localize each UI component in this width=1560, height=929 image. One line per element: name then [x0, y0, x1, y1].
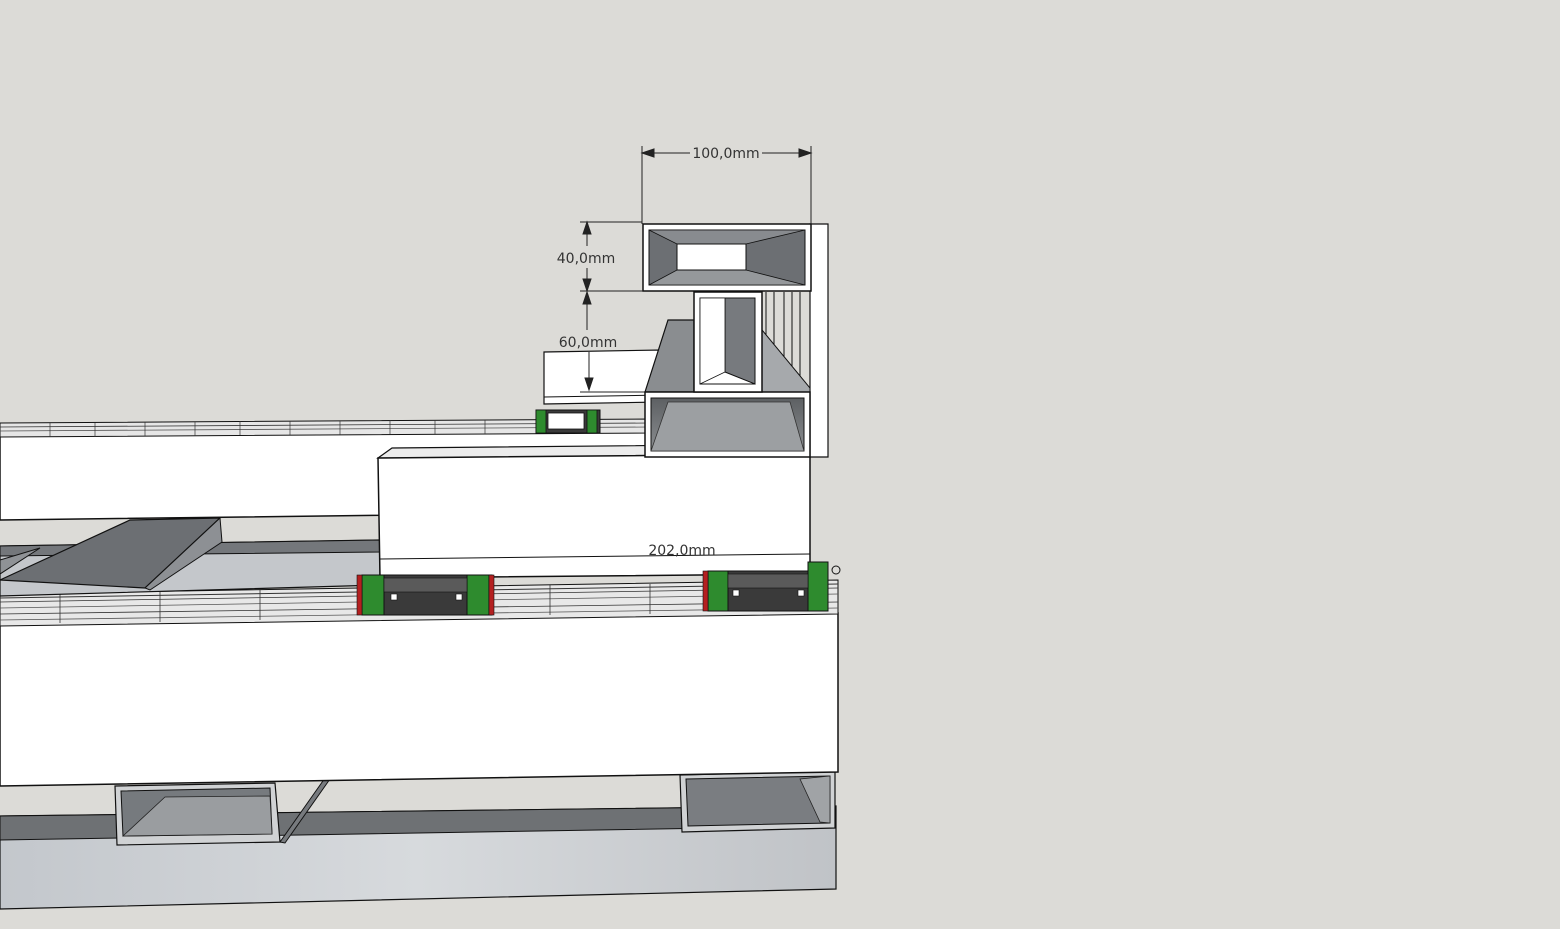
main-front-beam: [0, 612, 839, 787]
top-gantry-tube: [642, 223, 812, 292]
carriage-plate: [376, 443, 811, 579]
bottom-tube-right: [679, 770, 836, 833]
dimension-label-height-gap: 60,0mm: [559, 335, 617, 351]
dimension-label-carriage-length: 202,0mm: [648, 543, 715, 559]
cad-model-view: 100,0mm 40,0mm 60,0mm 202,0mm: [0, 146, 841, 910]
rear-bearing-block: [535, 409, 601, 434]
dimension-label-width: 100,0mm: [692, 146, 759, 162]
dimension-label-height-top: 40,0mm: [557, 251, 615, 267]
bearing-block-left: [356, 574, 495, 616]
vertical-gantry-tube: [693, 291, 763, 393]
